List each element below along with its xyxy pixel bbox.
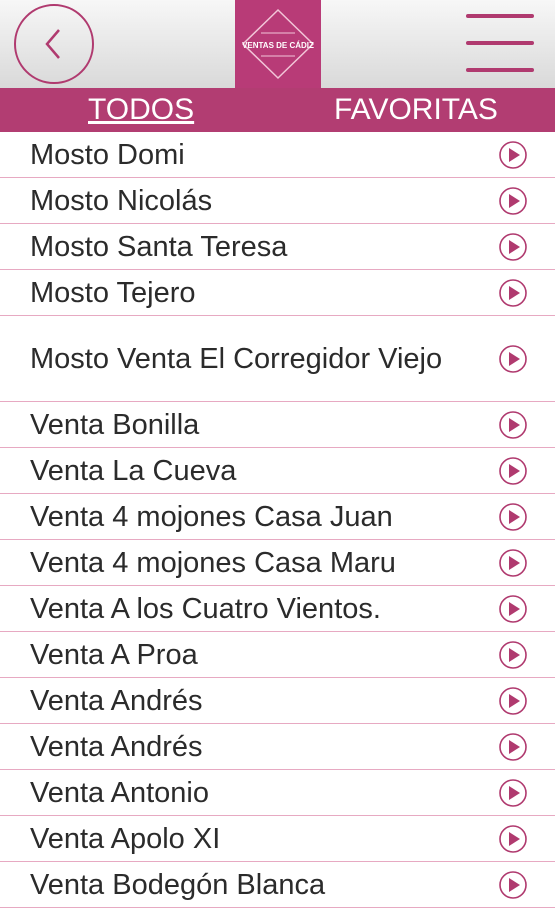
list-item[interactable]: Venta Bonilla	[0, 402, 555, 448]
play-circle-icon[interactable]	[498, 140, 528, 170]
list-item[interactable]: Venta Andrés	[0, 678, 555, 724]
play-circle-icon[interactable]	[498, 456, 528, 486]
tab-todos[interactable]: TODOS	[88, 93, 194, 127]
hamburger-menu-icon-line	[466, 68, 534, 72]
chevron-left-icon	[45, 29, 60, 59]
list-item[interactable]: Venta A Proa	[0, 632, 555, 678]
play-circle-icon[interactable]	[498, 732, 528, 762]
list-item[interactable]: Venta Apolo XI	[0, 816, 555, 862]
hamburger-menu-icon-line	[466, 41, 534, 45]
list-item-label: Mosto Nicolás	[30, 184, 213, 217]
list-item[interactable]: Venta 4 mojones Casa Juan	[0, 494, 555, 540]
play-circle-icon[interactable]	[498, 824, 528, 854]
list-item-label: Venta A los Cuatro Vientos.	[30, 592, 381, 625]
back-button[interactable]	[14, 4, 94, 84]
logo-text: VENTAS DE CÁDIZ	[242, 41, 314, 50]
list-item-label: Mosto Venta El Corregidor Viejo	[30, 342, 443, 375]
list-item-label: Venta Bodegón Blanca	[30, 868, 326, 901]
list-item-label: Venta La Cueva	[30, 454, 237, 487]
list-item-label: Mosto Tejero	[30, 276, 196, 309]
list-item-label: Venta Antonio	[30, 776, 209, 809]
tab-bar: TODOS FAVORITAS	[0, 88, 555, 132]
list-item[interactable]: Mosto Santa Teresa	[0, 224, 555, 270]
tab-favoritas[interactable]: FAVORITAS	[334, 93, 498, 127]
play-circle-icon[interactable]	[498, 594, 528, 624]
play-circle-icon[interactable]	[498, 410, 528, 440]
menu-button[interactable]	[466, 14, 534, 72]
list-item-label: Venta 4 mojones Casa Juan	[30, 500, 393, 533]
list-item[interactable]: Venta Andrés	[0, 724, 555, 770]
list-item[interactable]: Venta Antonio	[0, 770, 555, 816]
list-item[interactable]: Mosto Nicolás	[0, 178, 555, 224]
list-item-label: Venta Apolo XI	[30, 822, 221, 855]
list-item-label: Venta Bonilla	[30, 408, 200, 441]
list-item[interactable]: Venta 4 mojones Casa Maru	[0, 540, 555, 586]
play-circle-icon[interactable]	[498, 232, 528, 262]
play-circle-icon[interactable]	[498, 502, 528, 532]
play-circle-icon[interactable]	[498, 548, 528, 578]
app-logo: VENTAS DE CÁDIZ	[235, 0, 321, 88]
list-item[interactable]: Venta La Cueva	[0, 448, 555, 494]
play-circle-icon[interactable]	[498, 278, 528, 308]
list-item-label: Venta Andrés	[30, 684, 203, 717]
list-item[interactable]: Mosto Tejero	[0, 270, 555, 316]
list-item-label: Mosto Santa Teresa	[30, 230, 288, 263]
list-item-label: Venta 4 mojones Casa Maru	[30, 546, 396, 579]
venue-list: Mosto Domi Mosto Nicolás Mosto Santa Teres…	[0, 132, 555, 908]
play-circle-icon[interactable]	[498, 870, 528, 900]
list-item[interactable]: Venta Bodegón Blanca	[0, 862, 555, 908]
list-item-label: Venta A Proa	[30, 638, 198, 671]
play-circle-icon[interactable]	[498, 344, 528, 374]
play-circle-icon[interactable]	[498, 686, 528, 716]
play-circle-icon[interactable]	[498, 186, 528, 216]
app-header: VENTAS DE CÁDIZ	[0, 0, 555, 88]
list-item-label: Mosto Domi	[30, 138, 185, 171]
play-circle-icon[interactable]	[498, 640, 528, 670]
hamburger-menu-icon-line	[466, 14, 534, 18]
list-item[interactable]: Mosto Venta El Corregidor Viejo	[0, 316, 555, 402]
list-item-label: Venta Andrés	[30, 730, 203, 763]
play-circle-icon[interactable]	[498, 778, 528, 808]
list-item[interactable]: Mosto Domi	[0, 132, 555, 178]
list-item[interactable]: Venta A los Cuatro Vientos.	[0, 586, 555, 632]
